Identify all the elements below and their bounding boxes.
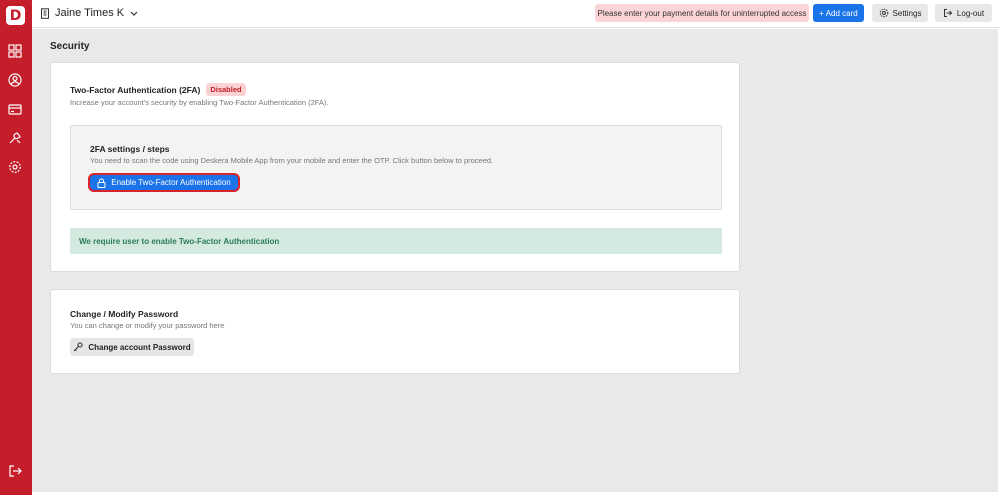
two-factor-steps-panel: 2FA settings / steps You need to scan th… bbox=[70, 125, 722, 210]
add-card-button[interactable]: + Add card bbox=[813, 4, 864, 22]
enable-two-factor-label: Enable Two-Factor Authentication bbox=[111, 178, 231, 187]
tools-icon[interactable] bbox=[7, 130, 23, 146]
logout-label: Log-out bbox=[956, 8, 985, 18]
settings-icon bbox=[879, 8, 888, 18]
user-icon[interactable] bbox=[7, 72, 23, 88]
steps-description: You need to scan the code using Deskera … bbox=[90, 156, 494, 165]
enable-two-factor-button[interactable]: Enable Two-Factor Authentication bbox=[88, 173, 240, 192]
logout-button[interactable]: Log-out bbox=[935, 4, 992, 22]
settings-button[interactable]: Settings bbox=[872, 4, 928, 22]
key-icon bbox=[73, 342, 83, 352]
chevron-down-icon bbox=[130, 11, 138, 16]
status-badge: Disabled bbox=[206, 83, 246, 96]
logout-icon bbox=[943, 9, 953, 17]
main-content: Security Two-Factor Authentication (2FA)… bbox=[32, 29, 998, 492]
lock-icon bbox=[97, 178, 106, 188]
dashboard-icon[interactable] bbox=[7, 43, 23, 59]
logout-icon[interactable] bbox=[7, 463, 23, 479]
app-logo[interactable]: D bbox=[6, 6, 25, 25]
change-password-button[interactable]: Change account Password bbox=[70, 338, 194, 356]
card-icon[interactable] bbox=[7, 101, 23, 117]
building-icon bbox=[41, 7, 49, 19]
password-title: Change / Modify Password bbox=[70, 309, 179, 319]
page-title: Security bbox=[50, 41, 90, 52]
settings-label: Settings bbox=[892, 8, 922, 18]
two-factor-card: Two-Factor Authentication (2FA) Disabled… bbox=[50, 62, 740, 272]
two-factor-header: Two-Factor Authentication (2FA) Disabled bbox=[70, 83, 246, 96]
two-factor-title: Two-Factor Authentication (2FA) bbox=[70, 84, 201, 95]
org-name: Jaine Times K bbox=[55, 7, 125, 19]
org-switcher[interactable]: Jaine Times K bbox=[40, 7, 139, 19]
top-bar: Jaine Times K Please enter your payment … bbox=[32, 0, 1000, 28]
requirement-notice: We require user to enable Two-Factor Aut… bbox=[70, 228, 722, 254]
gear-icon[interactable] bbox=[7, 159, 23, 175]
sidebar: D bbox=[0, 0, 32, 495]
two-factor-description: Increase your account's security by enab… bbox=[70, 98, 329, 107]
password-description: You can change or modify your password h… bbox=[70, 321, 225, 330]
password-card: Change / Modify Password You can change … bbox=[50, 289, 740, 374]
steps-title: 2FA settings / steps bbox=[90, 144, 170, 154]
payment-notice: Please enter your payment details for un… bbox=[595, 4, 809, 22]
change-password-label: Change account Password bbox=[88, 342, 191, 352]
